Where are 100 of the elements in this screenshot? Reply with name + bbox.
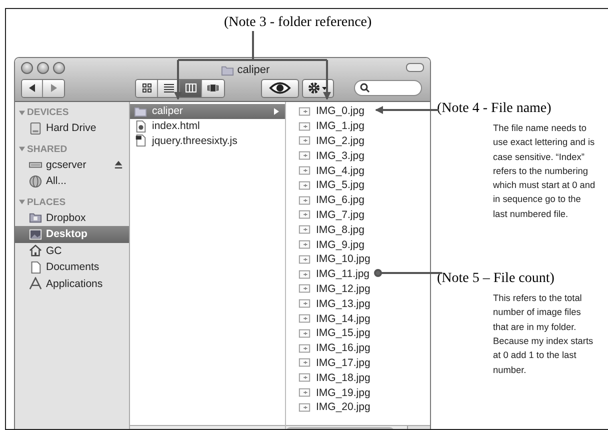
image-file-icon	[298, 312, 311, 326]
image-file-icon	[298, 371, 311, 384]
image-file-icon	[298, 268, 311, 281]
file-row[interactable]: IMG_14.jpg	[286, 311, 430, 326]
cover-flow-icon	[207, 83, 219, 93]
note-heading: (Note 5 – File count)	[437, 271, 556, 288]
section-header: SHARED	[27, 144, 68, 154]
sidebar-item[interactable]: All...	[15, 173, 129, 190]
image-file-icon	[298, 120, 311, 133]
forward-button[interactable]	[43, 80, 64, 96]
view-mode-button[interactable]	[136, 80, 158, 96]
image-file-icon	[298, 356, 311, 370]
eye-icon	[269, 82, 291, 94]
image-file-icon	[298, 400, 311, 414]
ruler-icon	[29, 277, 42, 290]
image-file-icon	[298, 297, 311, 310]
file-row[interactable]: IMG_7.jpg	[286, 208, 430, 222]
image-file-icon	[298, 194, 311, 207]
image-file-icon	[298, 134, 311, 148]
columns-icon	[184, 83, 196, 93]
file-row[interactable]: IMG_2.jpg	[286, 134, 430, 148]
document-icon	[29, 260, 42, 274]
pointer-arrow	[375, 106, 439, 114]
window-title: caliper	[237, 64, 270, 76]
file-row[interactable]: IMG_0.jpg	[286, 104, 430, 119]
drive-icon	[29, 122, 42, 135]
file-row[interactable]: IMG_20.jpg	[286, 400, 430, 415]
eject-icon[interactable]	[114, 160, 123, 170]
file-row[interactable]: IMG_10.jpg	[286, 252, 430, 267]
note-text: The file name needs to use exact lettering and is case sensitive. “Index” refers to the numbering which must start at 0 and in sequence go to the last numbered file.	[493, 122, 596, 221]
file-row[interactable]: IMG_6.jpg	[286, 192, 430, 208]
sidebar-item[interactable]: Applications	[15, 276, 129, 292]
search-icon	[360, 83, 370, 93]
action-button[interactable]	[302, 78, 334, 98]
image-file-icon	[298, 178, 311, 192]
image-file-icon	[298, 164, 311, 178]
grid-icon	[140, 83, 152, 93]
sidebar-item[interactable]: Hard Drive	[15, 120, 129, 136]
note-text: This refers to the total number of image files that are in my folder. Because my index starts at 0 add 1 to the last number.	[493, 292, 594, 377]
expand-arrow-icon	[274, 108, 279, 115]
house-icon	[29, 244, 42, 258]
file-row[interactable]: IMG_4.jpg	[286, 163, 430, 178]
desktop-icon	[29, 228, 42, 241]
view-mode-button[interactable]	[180, 80, 202, 96]
image-file-icon	[298, 342, 311, 355]
folder-icon	[221, 64, 234, 76]
file-row[interactable]: IMG_15.jpg	[286, 326, 430, 341]
file-row[interactable]: IMG_9.jpg	[286, 237, 430, 252]
file-row[interactable]: IMG_17.jpg	[286, 356, 430, 370]
image-file-icon	[298, 252, 311, 266]
script-file-icon	[134, 134, 147, 148]
view-mode-button[interactable]	[202, 80, 224, 96]
image-file-icon	[298, 386, 311, 400]
file-row[interactable]: IMG_8.jpg	[286, 222, 430, 238]
image-file-icon	[298, 208, 311, 222]
file-row[interactable]: IMG_12.jpg	[286, 282, 430, 296]
zoom-button[interactable]	[53, 62, 65, 74]
sidebar-item[interactable]: Dropbox	[15, 210, 129, 226]
section-header: DEVICES	[27, 107, 69, 118]
minimize-button[interactable]	[37, 62, 49, 74]
file-row[interactable]: IMG_18.jpg	[286, 370, 430, 386]
image-file-icon	[298, 282, 311, 296]
toolbar-toggle-button[interactable]	[406, 62, 424, 72]
document-icon	[134, 120, 147, 133]
right-arrow-icon	[50, 84, 58, 92]
file-row[interactable]: IMG_11.jpg	[286, 266, 430, 282]
section-header: PLACES	[27, 196, 66, 208]
file-row[interactable]: IMG_1.jpg	[286, 118, 430, 134]
file-row[interactable]: IMG_19.jpg	[286, 385, 430, 400]
image-file-icon	[298, 104, 311, 118]
file-row[interactable]: IMG_16.jpg	[286, 340, 430, 356]
note-heading: (Note 4 - File name)	[437, 101, 552, 117]
sidebar-item[interactable]: GC	[15, 242, 129, 259]
folder-icon	[29, 211, 42, 224]
image-file-icon	[298, 223, 311, 236]
note-heading: (Note 3 - folder reference)	[224, 15, 373, 32]
left-arrow-icon	[28, 84, 36, 92]
close-button[interactable]	[21, 62, 33, 74]
sidebar-item[interactable]: Desktop	[15, 226, 129, 242]
sidebar-item[interactable]: gcserver	[15, 156, 129, 173]
search-field[interactable]	[354, 80, 422, 96]
folder-icon	[134, 104, 147, 118]
globe-icon	[29, 174, 42, 188]
back-button[interactable]	[22, 80, 43, 96]
sidebar-item[interactable]: Documents	[15, 259, 129, 276]
disclosure-triangle-down-icon[interactable]	[19, 146, 25, 152]
file-row[interactable]: IMG_13.jpg	[286, 296, 430, 312]
image-file-icon	[298, 149, 311, 162]
file-row[interactable]: IMG_3.jpg	[286, 148, 430, 164]
gear-icon	[307, 82, 329, 94]
list-icon	[162, 83, 174, 93]
image-file-icon	[298, 326, 311, 340]
file-row[interactable]: caliper	[130, 104, 285, 119]
disclosure-triangle-down-icon[interactable]	[19, 199, 25, 205]
file-row[interactable]: jquery.threesixty.js	[130, 134, 285, 148]
image-file-icon	[298, 238, 311, 252]
file-row[interactable]: IMG_5.jpg	[286, 178, 430, 193]
disclosure-triangle-down-icon[interactable]	[19, 110, 25, 116]
quick-look-button[interactable]	[261, 78, 299, 98]
file-row[interactable]: index.html	[130, 118, 285, 134]
